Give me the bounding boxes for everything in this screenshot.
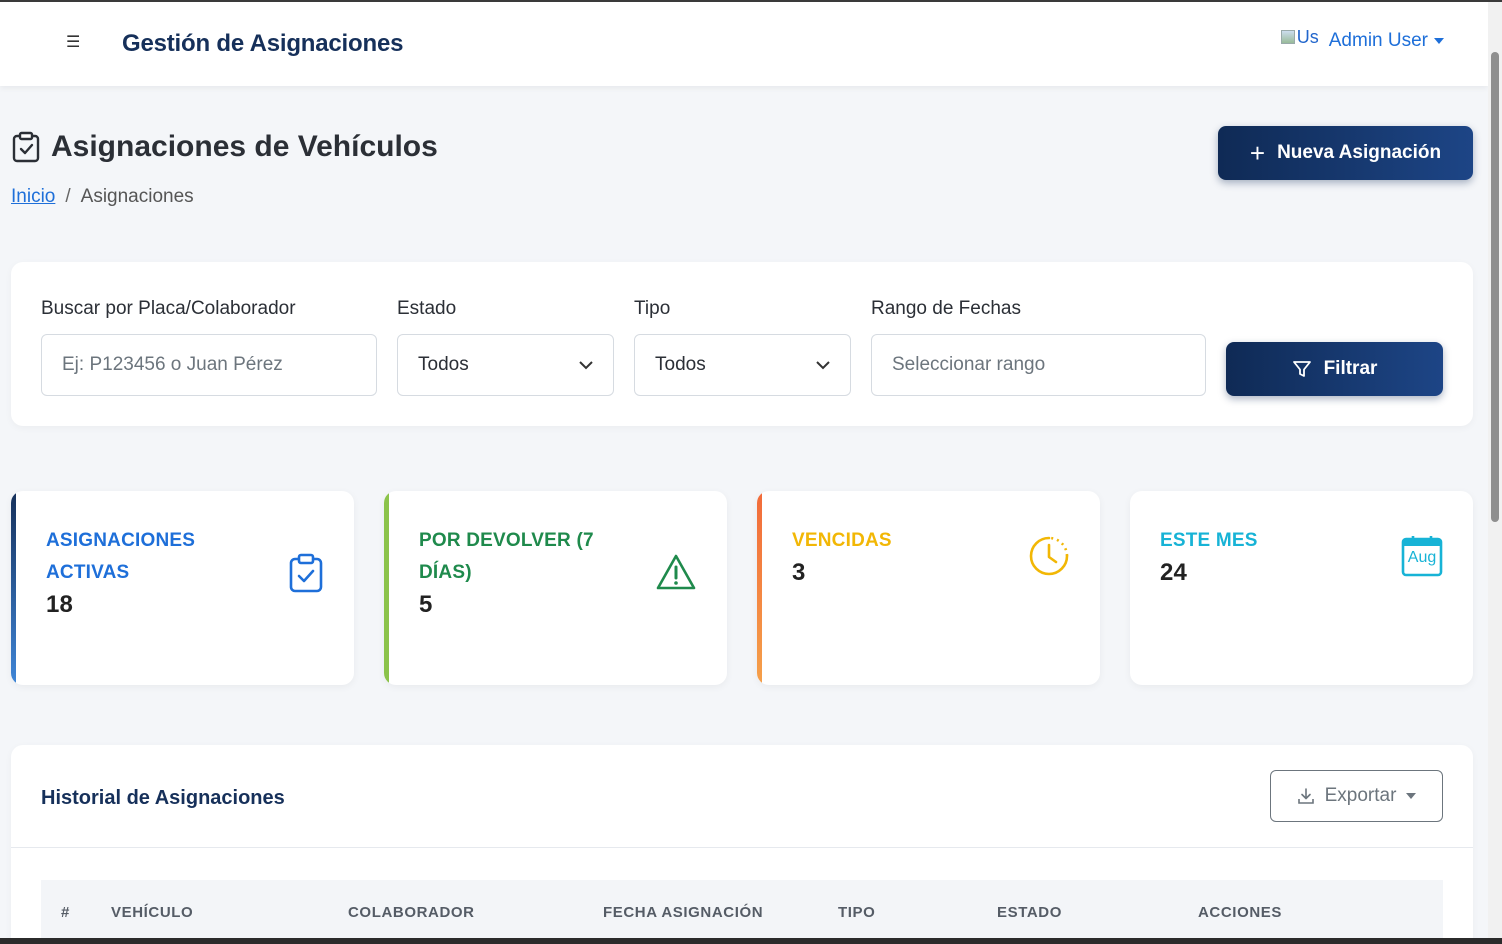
warning-triangle-icon [656, 554, 696, 590]
broken-image-icon [1280, 30, 1295, 44]
tipo-group: Tipo Todos [634, 298, 851, 396]
user-name[interactable]: Admin User [1329, 30, 1428, 52]
stat-active-label-wrap: ASIGNACIONES ACTIVAS 18 [46, 525, 246, 621]
hamburger-icon[interactable]: ☰ [66, 32, 80, 52]
funnel-icon [1292, 361, 1311, 377]
app-title: Gestión de Asignaciones [122, 30, 404, 57]
divider [11, 847, 1473, 848]
filter-panel: Buscar por Placa/Colaborador Ej: P123456… [11, 262, 1473, 426]
stat-due-label-wrap: POR DEVOLVER (7 DÍAS) 5 [419, 525, 629, 621]
window-bottom-edge [0, 938, 1502, 944]
filter-button[interactable]: Filtrar [1226, 342, 1443, 396]
chevron-down-icon [816, 360, 830, 369]
table-header: # VEHÍCULO COLABORADOR FECHA ASIGNACIÓN … [41, 880, 1443, 938]
breadcrumb-current: Asignaciones [80, 186, 194, 207]
column-header: FECHA ASIGNACIÓN [603, 904, 764, 921]
stat-card-active: ASIGNACIONES ACTIVAS 18 [11, 491, 354, 685]
tipo-value: Todos [655, 354, 706, 375]
clipboard-check-icon [12, 131, 40, 163]
stat-overdue-label-wrap: VENCIDAS 3 [792, 525, 992, 589]
user-menu[interactable]: Us Admin User [1280, 26, 1444, 52]
chevron-down-icon [579, 360, 593, 369]
date-range-group: Rango de Fechas Seleccionar rango [871, 298, 1206, 396]
estado-label: Estado [397, 298, 457, 319]
page-title: Asignaciones de Vehículos [11, 130, 438, 164]
calendar-icon: Aug [1401, 535, 1443, 577]
stat-active-value: 18 [46, 591, 74, 618]
estado-select[interactable]: Todos [397, 334, 614, 396]
clock-icon [1029, 536, 1069, 576]
calendar-month-text: Aug [1407, 549, 1437, 566]
stat-overdue-value: 3 [792, 559, 806, 586]
date-range-placeholder: Seleccionar rango [892, 354, 1046, 375]
stat-card-due: POR DEVOLVER (7 DÍAS) 5 [384, 491, 727, 685]
caret-down-icon [1434, 38, 1444, 44]
stat-due-label: POR DEVOLVER (7 DÍAS) [419, 530, 594, 583]
column-header: TIPO [838, 904, 876, 921]
avatar-alt-text: Us [1296, 26, 1319, 47]
date-range-label: Rango de Fechas [871, 298, 1021, 319]
accent-bar [11, 491, 16, 685]
download-icon [1297, 788, 1314, 804]
date-range-input[interactable]: Seleccionar rango [871, 334, 1206, 396]
column-header: # [61, 904, 70, 921]
new-assignment-label: Nueva Asignación [1277, 142, 1442, 163]
estado-group: Estado Todos [397, 298, 614, 396]
tipo-label: Tipo [634, 298, 671, 319]
app-window: ☰ Gestión de Asignaciones Us Admin User … [0, 2, 1488, 938]
stat-card-overdue: VENCIDAS 3 [757, 491, 1100, 685]
plus-icon: + [1249, 138, 1266, 168]
top-navbar: ☰ Gestión de Asignaciones Us Admin User [0, 2, 1488, 86]
history-card: Historial de Asignaciones Exportar # VEH… [11, 745, 1473, 938]
page-header: Asignaciones de Vehículos Inicio / Asign… [11, 130, 438, 208]
stat-overdue-label: VENCIDAS [792, 530, 892, 551]
stat-month-label-wrap: ESTE MES 24 [1160, 525, 1360, 589]
search-label: Buscar por Placa/Colaborador [41, 298, 296, 319]
clipboard-check-icon [289, 553, 323, 593]
estado-value: Todos [418, 354, 469, 375]
stat-due-value: 5 [419, 591, 433, 618]
search-placeholder: Ej: P123456 o Juan Pérez [62, 354, 283, 375]
stat-card-month: ESTE MES 24 Aug [1130, 491, 1473, 685]
column-header: ESTADO [997, 904, 1062, 921]
breadcrumb-home-link[interactable]: Inicio [11, 186, 55, 208]
column-header: COLABORADOR [348, 904, 475, 921]
breadcrumb-separator: / [65, 186, 71, 207]
scrollbar-thumb[interactable] [1491, 52, 1499, 522]
caret-down-icon [1406, 793, 1417, 799]
filter-button-label: Filtrar [1323, 358, 1378, 379]
page-title-text: Asignaciones de Vehículos [51, 130, 438, 163]
accent-bar [757, 491, 762, 685]
accent-bar [384, 491, 389, 685]
search-group: Buscar por Placa/Colaborador Ej: P123456… [41, 298, 377, 396]
tipo-select[interactable]: Todos [634, 334, 851, 396]
export-button[interactable]: Exportar [1270, 770, 1443, 822]
stat-active-label: ASIGNACIONES ACTIVAS [46, 530, 196, 583]
search-input[interactable]: Ej: P123456 o Juan Pérez [41, 334, 377, 396]
column-header: VEHÍCULO [111, 904, 194, 921]
column-header: ACCIONES [1198, 904, 1282, 921]
breadcrumb: Inicio / Asignaciones [11, 186, 438, 208]
vertical-scrollbar[interactable] [1488, 2, 1502, 938]
new-assignment-button[interactable]: + Nueva Asignación [1218, 126, 1473, 180]
history-title: Historial de Asignaciones [41, 787, 285, 809]
export-button-label: Exportar [1324, 785, 1397, 806]
avatar: Us [1280, 26, 1319, 48]
stat-month-value: 24 [1160, 559, 1188, 586]
stat-month-label: ESTE MES [1160, 530, 1258, 551]
